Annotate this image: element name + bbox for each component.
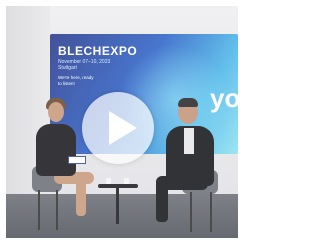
video-thumbnail[interactable]: BLECHEXPO November 07–10, 2023 Stuttgart… [6, 6, 238, 238]
play-icon [109, 111, 137, 145]
play-button[interactable] [82, 92, 154, 164]
video-thumbnail-frame: BLECHEXPO November 07–10, 2023 Stuttgart… [0, 0, 244, 244]
